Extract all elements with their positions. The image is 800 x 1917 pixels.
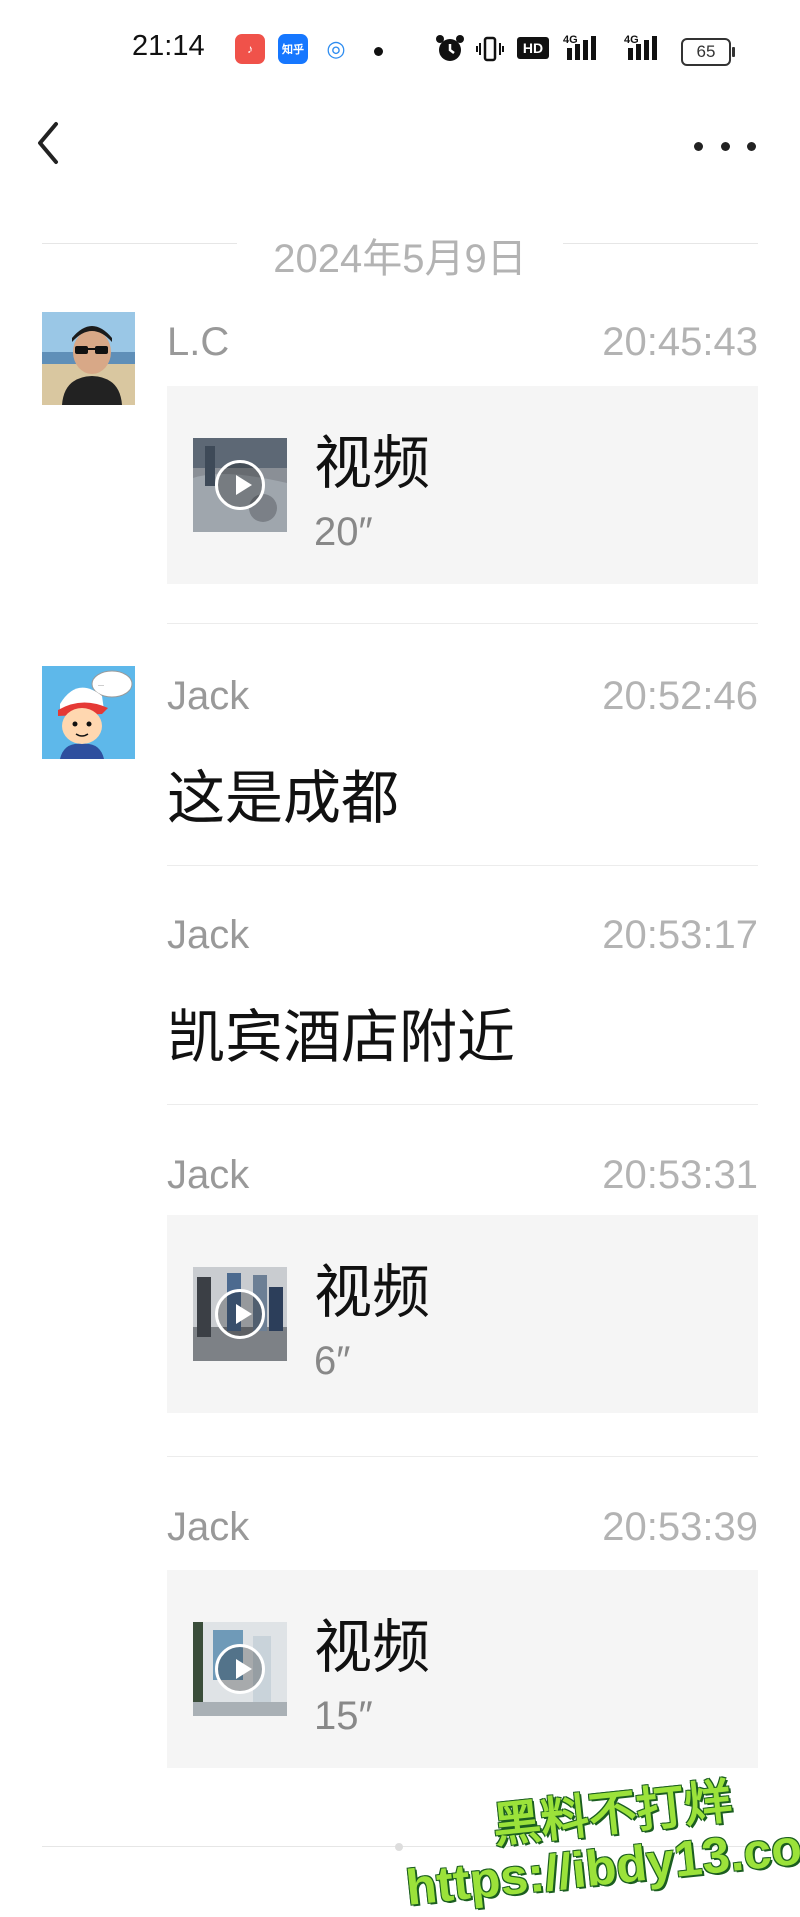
message-item: Jack 20:53:39 视频 15″ xyxy=(0,1497,800,1777)
video-duration: 15″ xyxy=(314,1694,373,1738)
status-bar: 21:14 ♪ 知乎 ◎ HD 4G 4G 65 xyxy=(0,0,800,100)
signal-4g-icon-2: 4G xyxy=(624,34,657,60)
video-thumbnail xyxy=(193,1267,287,1361)
notification-dot xyxy=(374,47,383,56)
message-time: 20:52:46 xyxy=(602,674,758,718)
svg-text:…: … xyxy=(98,681,104,688)
divider-line-right xyxy=(563,243,758,244)
play-icon xyxy=(215,1644,265,1694)
chevron-left-icon xyxy=(38,122,58,164)
status-time: 21:14 xyxy=(132,30,205,62)
video-label: 视频 xyxy=(314,1260,431,1325)
video-duration: 20″ xyxy=(314,510,373,554)
load-indicator xyxy=(395,1843,403,1851)
sender-name: Jack xyxy=(167,674,250,718)
message-separator xyxy=(167,1456,758,1457)
more-dot xyxy=(747,141,756,151)
qq-browser-app-icon: ◎ xyxy=(321,34,351,64)
back-button[interactable] xyxy=(28,118,72,168)
message-item: Jack 20:53:17 凯宾酒店附近 xyxy=(0,905,800,1105)
play-icon xyxy=(215,1289,265,1339)
hd-icon: HD xyxy=(517,37,549,59)
message-separator xyxy=(167,623,758,624)
alarm-icon xyxy=(436,35,464,61)
video-label: 视频 xyxy=(314,431,431,496)
message-item: Jack 20:53:31 视频 6″ xyxy=(0,1145,800,1457)
date-label: 2024年5月9日 xyxy=(273,237,527,281)
battery-icon: 65 xyxy=(681,38,735,66)
avatar-jack[interactable]: … xyxy=(42,666,135,759)
video-message[interactable]: 视频 15″ xyxy=(167,1570,758,1768)
video-message[interactable]: 视频 6″ xyxy=(167,1215,758,1413)
message-separator xyxy=(167,1104,758,1105)
more-dot xyxy=(694,141,703,151)
video-thumbnail xyxy=(193,1622,287,1716)
play-icon xyxy=(215,460,265,510)
avatar-lc[interactable] xyxy=(42,312,135,405)
more-dot xyxy=(720,141,730,151)
video-thumbnail xyxy=(193,438,287,532)
video-duration: 6″ xyxy=(314,1339,351,1383)
message-text[interactable]: 凯宾酒店附近 xyxy=(167,990,515,1074)
sender-name: Jack xyxy=(167,1505,250,1549)
zhihu-app-icon: 知乎 xyxy=(278,34,308,64)
message-item: … Jack 20:52:46 这是成都 xyxy=(0,666,800,866)
sender-name: L.C xyxy=(167,320,230,364)
watermark-url: https://ibdy13.com xyxy=(403,1814,800,1916)
message-time: 20:53:17 xyxy=(602,913,758,957)
music-app-icon: ♪ xyxy=(235,34,265,64)
video-message[interactable]: 视频 20″ xyxy=(167,386,758,584)
sender-name: Jack xyxy=(167,913,250,957)
message-time: 20:53:31 xyxy=(602,1153,758,1197)
date-divider: 2024年5月9日 xyxy=(42,218,758,281)
more-button[interactable] xyxy=(694,126,756,166)
message-time: 20:45:43 xyxy=(602,320,758,364)
video-label: 视频 xyxy=(314,1615,431,1680)
vibrate-icon xyxy=(476,36,504,62)
sender-name: Jack xyxy=(167,1153,250,1197)
message-time: 20:53:39 xyxy=(602,1505,758,1549)
signal-4g-icon-1: 4G xyxy=(563,34,596,60)
message-item: L.C 20:45:43 视频 20″ xyxy=(0,312,800,624)
message-text[interactable]: 这是成都 xyxy=(167,751,399,835)
message-separator xyxy=(167,865,758,866)
